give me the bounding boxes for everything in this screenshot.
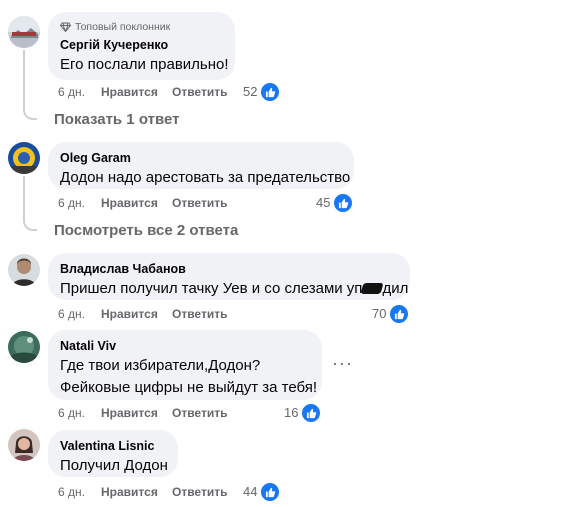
reply-button[interactable]: Ответить (172, 195, 227, 211)
comment-author[interactable]: Valentina Lisnic (60, 438, 166, 454)
like-icon (333, 193, 354, 213)
like-button[interactable]: Нравится (101, 84, 158, 100)
comment-bubble: Natali Viv Где твои избиратели,Додон? Фе… (48, 330, 322, 400)
reply-button[interactable]: Ответить (172, 405, 227, 421)
comment-bubble: Valentina Lisnic Получил Додон (48, 430, 178, 477)
reaction-count[interactable]: 45 (316, 193, 354, 213)
like-button[interactable]: Нравится (101, 195, 158, 211)
like-icon (301, 403, 322, 423)
comment-text-start: Пришел получил тачку Уев и со слезами уп (60, 280, 363, 297)
reply-button[interactable]: Ответить (172, 84, 227, 100)
reaction-count[interactable]: 52 (243, 82, 281, 102)
comment-author[interactable]: Владислав Чабанов (60, 261, 398, 277)
reaction-count-value: 16 (284, 405, 299, 420)
like-button[interactable]: Нравится (101, 405, 158, 421)
like-button[interactable]: Нравится (101, 306, 158, 322)
show-replies-link[interactable]: Показать 1 ответ (54, 110, 179, 130)
reaction-count-value: 52 (243, 84, 258, 99)
avatar[interactable] (8, 429, 40, 461)
comment-text: Пришел получил тачку Уев и со слезами уп… (60, 279, 408, 299)
comment-time[interactable]: 6 дн. (58, 484, 85, 500)
comment-text: Получил Додон (60, 457, 168, 474)
avatar[interactable] (8, 142, 40, 174)
comment-text: Его послали правильно! (60, 56, 229, 73)
comment-time[interactable]: 6 дн. (58, 405, 85, 421)
reaction-count[interactable]: 44 (243, 482, 281, 502)
thread-line (23, 176, 25, 217)
avatar[interactable] (8, 16, 40, 48)
comment-time[interactable]: 6 дн. (58, 84, 85, 100)
comment-author[interactable]: Natali Viv (60, 338, 310, 354)
comment-author[interactable]: Сергій Кучеренко (60, 37, 223, 53)
comment-bubble: Топовый поклонник Сергій Кучеренко Его п… (48, 12, 235, 80)
avatar[interactable] (8, 254, 40, 286)
like-icon (260, 82, 281, 102)
thread-line (23, 50, 25, 106)
comment-text: Додон надо арестовать за предательство (60, 169, 351, 186)
comment-bubble: Владислав Чабанов Пришел получил тачку У… (48, 253, 410, 300)
thread-curve (23, 106, 37, 120)
reply-button[interactable]: Ответить (172, 484, 227, 500)
diamond-icon (60, 22, 71, 32)
comment-text-line: Фейковые цифры не выйдут за тебя! (60, 379, 318, 396)
badge-label: Топовый поклонник (75, 21, 171, 33)
comment-text-line: Где твои избиратели,Додон? (60, 357, 261, 374)
reaction-count-value: 44 (243, 484, 258, 499)
show-replies-link[interactable]: Посмотреть все 2 ответа (54, 221, 238, 241)
reaction-count-value: 70 (372, 306, 387, 321)
comment-author[interactable]: Oleg Garam (60, 150, 342, 166)
comment-text-end: дил (382, 280, 409, 297)
like-icon (389, 304, 410, 324)
like-icon (260, 482, 281, 502)
like-button[interactable]: Нравится (101, 484, 158, 500)
comment-bubble: Oleg Garam Додон надо арестовать за пред… (48, 142, 354, 189)
reply-button[interactable]: Ответить (172, 306, 227, 322)
censor-scribble (360, 283, 384, 294)
reaction-count[interactable]: 16 (284, 403, 322, 423)
comment-time[interactable]: 6 дн. (58, 306, 85, 322)
reaction-count[interactable]: 70 (372, 304, 410, 324)
comment-time[interactable]: 6 дн. (58, 195, 85, 211)
top-fan-badge: Топовый поклонник (60, 20, 223, 34)
thread-curve (23, 217, 37, 231)
avatar[interactable] (8, 331, 40, 363)
more-options-icon[interactable]: ··· (332, 354, 353, 372)
reaction-count-value: 45 (316, 195, 331, 210)
